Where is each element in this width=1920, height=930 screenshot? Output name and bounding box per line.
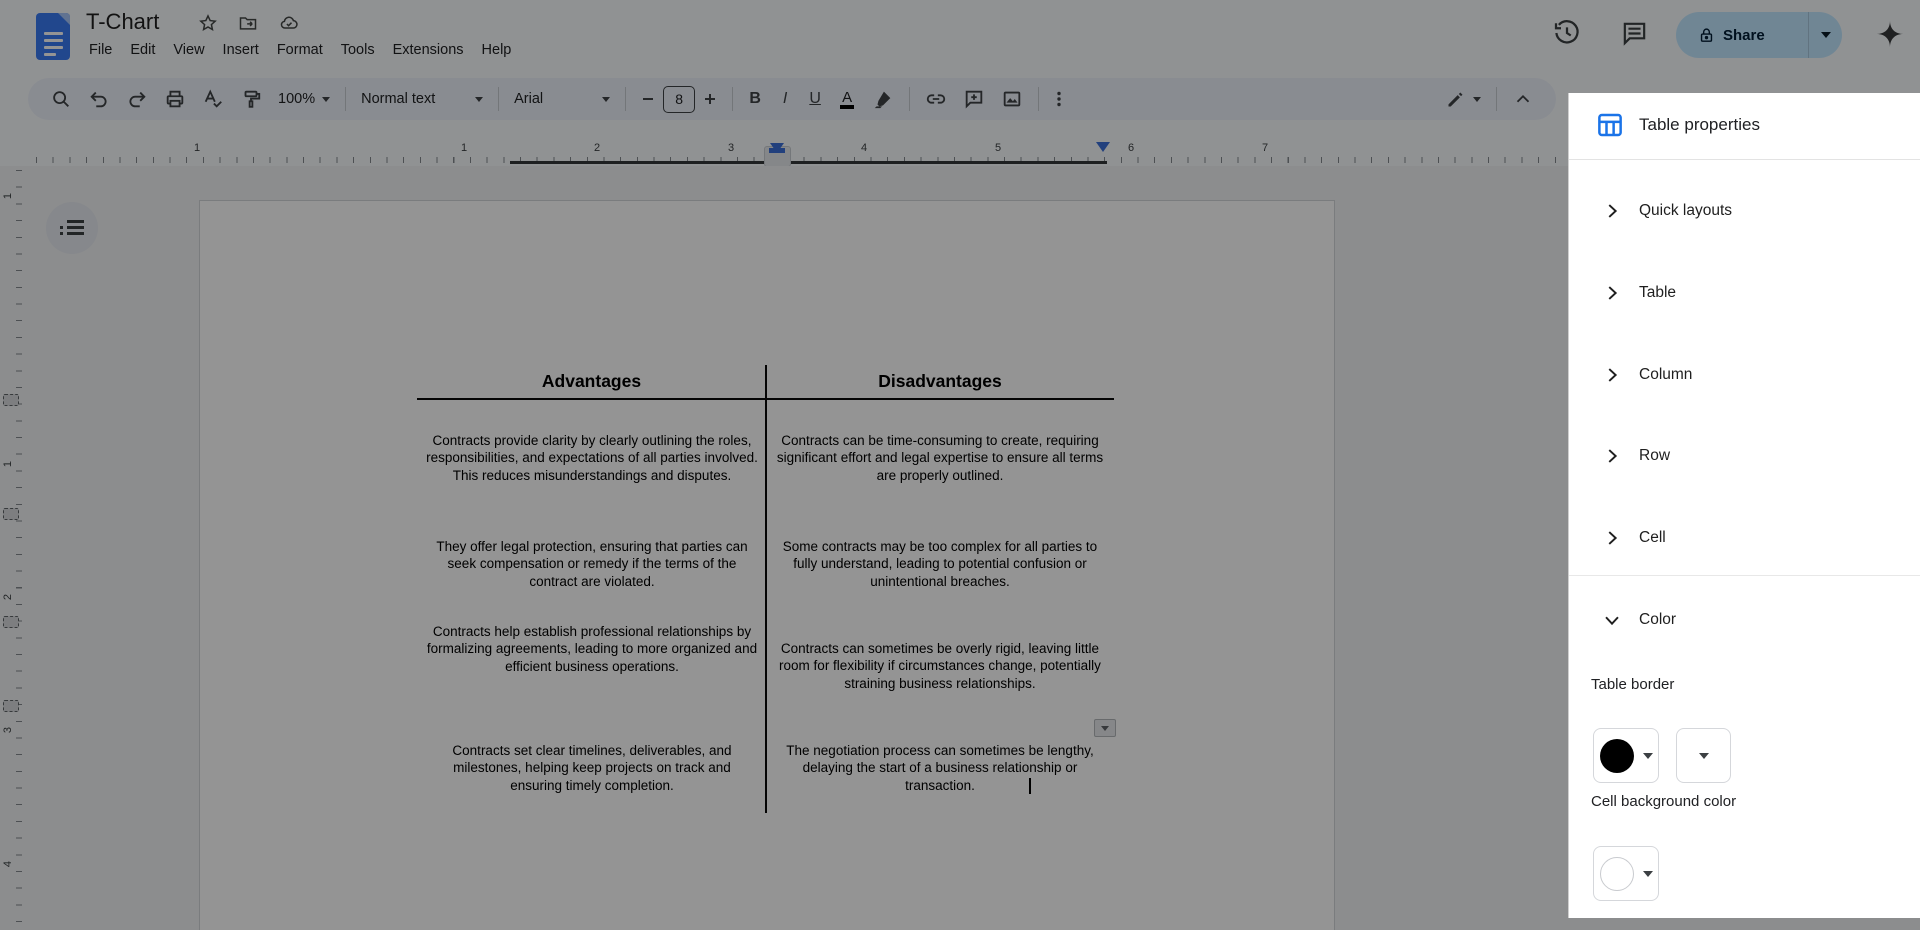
chevron-down-icon [1698,752,1709,759]
section-quick-layouts[interactable]: Quick layouts [1569,189,1920,233]
cell-background-color-button[interactable] [1593,846,1659,901]
cell-background-label: Cell background color [1591,793,1737,810]
section-column[interactable]: Column [1569,353,1920,397]
chevron-right-icon [1608,368,1618,382]
chevron-right-icon [1608,531,1618,545]
section-row[interactable]: Row [1569,434,1920,478]
section-color[interactable]: Color [1569,598,1920,642]
google-docs-app: T-Chart File Edit View Insert Format Too… [0,0,1920,930]
chevron-right-icon [1608,449,1618,463]
chevron-right-icon [1608,204,1618,218]
chevron-down-icon [1642,752,1653,759]
chevron-down-icon [1642,870,1653,877]
section-cell[interactable]: Cell [1569,516,1920,560]
chevron-down-icon [1605,616,1619,626]
table-properties-panel: Table properties Quick layouts Table Col… [1568,93,1920,918]
table-grid-icon [1595,110,1625,140]
panel-header: Table properties [1569,93,1920,160]
section-table[interactable]: Table [1569,271,1920,315]
chevron-right-icon [1608,286,1618,300]
cell-background-swatch [1599,856,1634,891]
panel-title: Table properties [1639,115,1760,134]
border-color-swatch [1599,738,1634,773]
table-border-label: Table border [1591,676,1675,693]
table-border-color-button[interactable] [1593,728,1659,783]
table-border-width-button[interactable] [1676,728,1731,783]
